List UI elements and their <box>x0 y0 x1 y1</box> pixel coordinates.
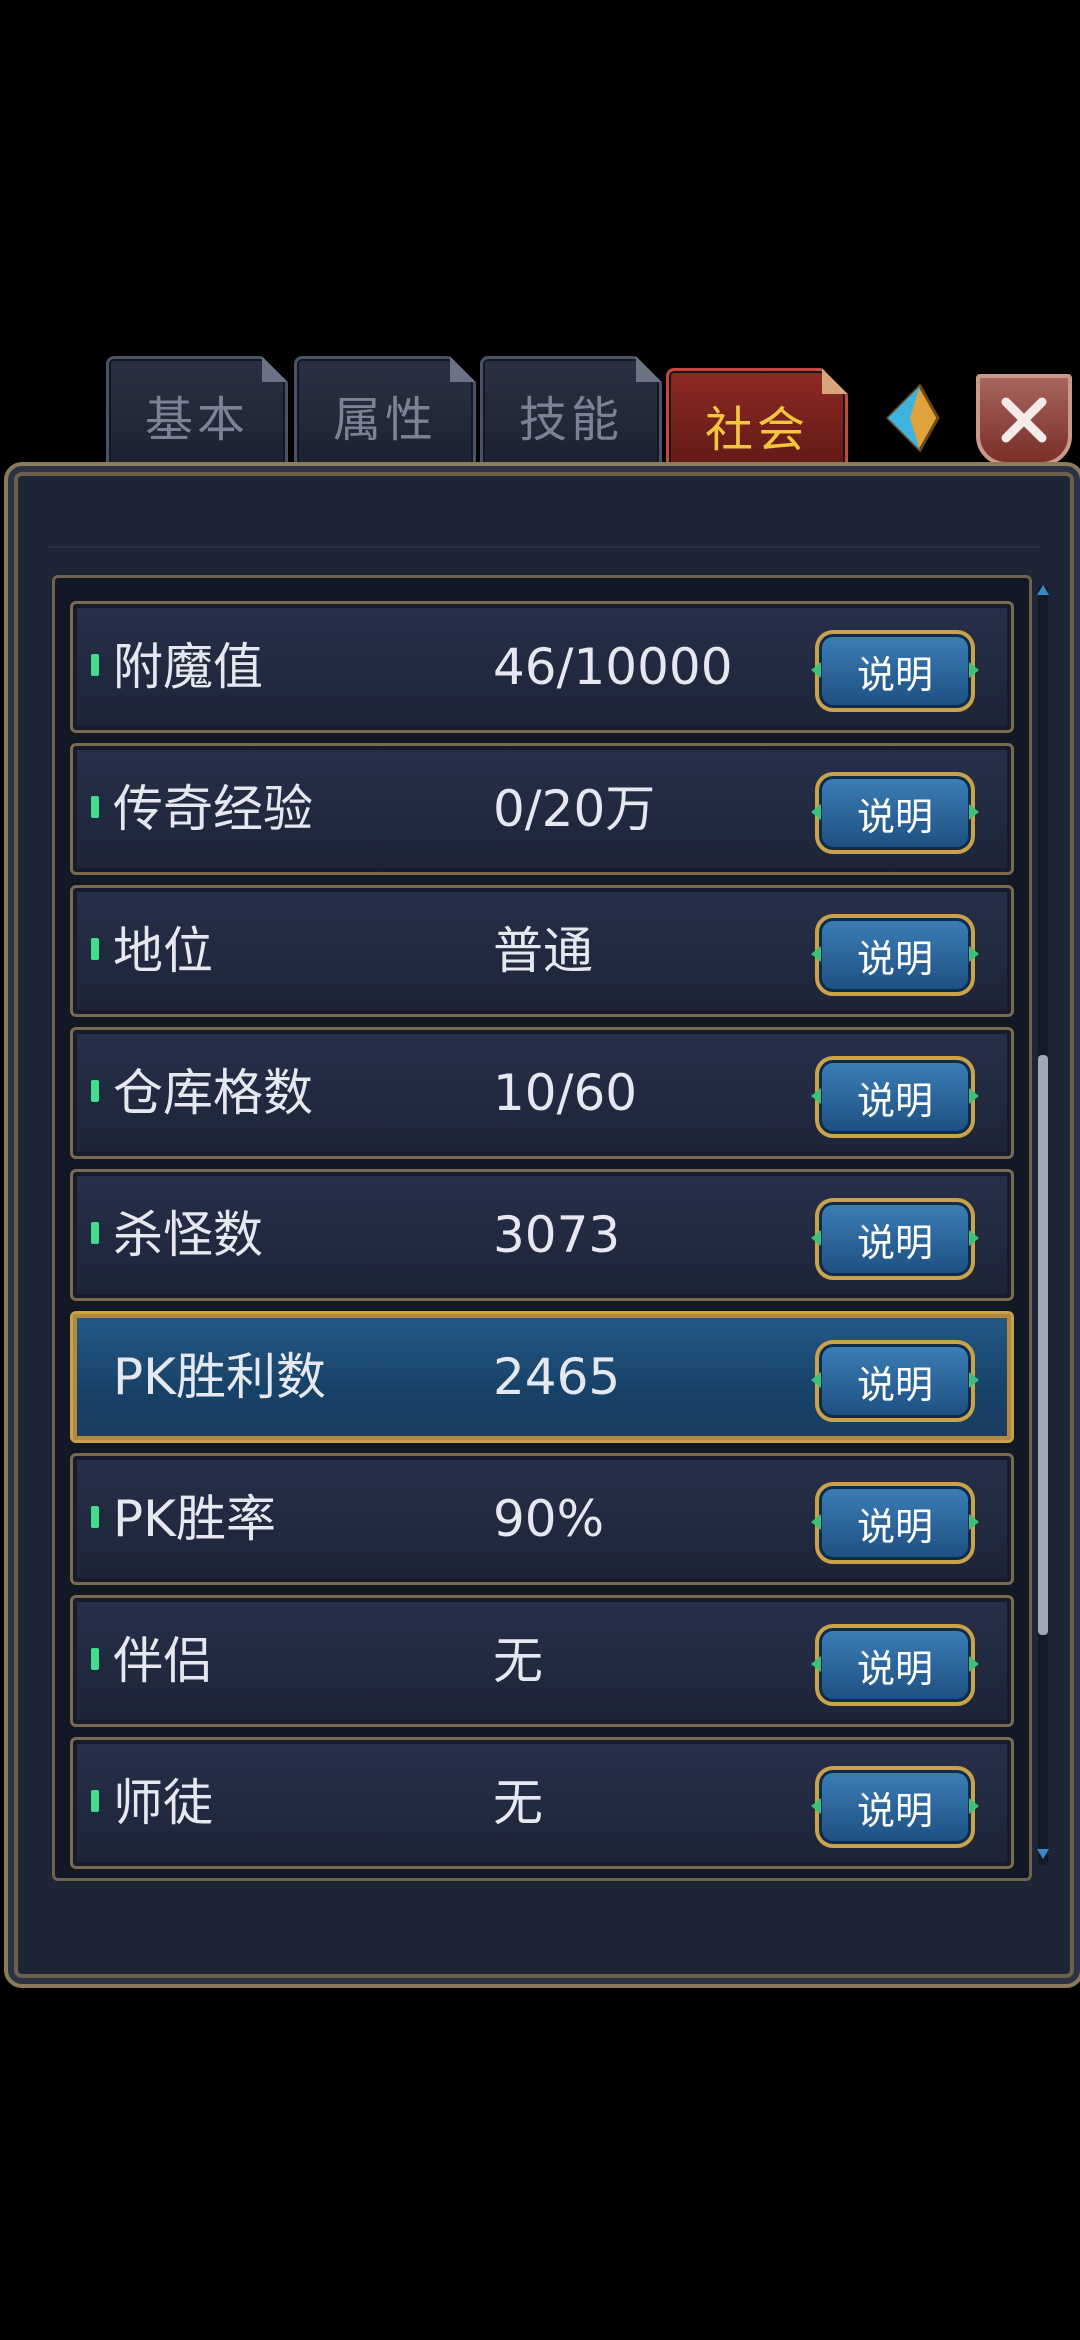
row-marker-icon <box>91 1790 99 1812</box>
row-label: PK胜率 <box>113 1490 276 1548</box>
row-value: 普通 <box>493 922 593 980</box>
row-enchant-value: 附魔值 46/10000 说明 <box>70 601 1014 733</box>
row-storage-slots: 仓库格数 10/60 说明 <box>70 1027 1014 1159</box>
close-button[interactable] <box>976 374 1072 466</box>
scroll-down-icon[interactable] <box>1036 1848 1050 1860</box>
scroll-up-icon[interactable] <box>1036 584 1050 596</box>
explain-button[interactable]: 说明 <box>815 1198 975 1280</box>
row-marker-icon <box>91 1648 99 1670</box>
close-icon <box>1001 397 1047 443</box>
tab-attributes[interactable]: 属性 <box>294 356 476 474</box>
row-value: 46/10000 <box>493 638 733 696</box>
row-status: 地位 普通 说明 <box>70 885 1014 1017</box>
row-marker-icon <box>91 1080 99 1102</box>
explain-button[interactable]: 说明 <box>815 1766 975 1848</box>
row-value: 无 <box>493 1774 543 1832</box>
scrollbar[interactable] <box>1038 585 1048 1865</box>
row-label: 杀怪数 <box>113 1206 263 1264</box>
row-value: 无 <box>493 1632 543 1690</box>
explain-button[interactable]: 说明 <box>815 1056 975 1138</box>
row-monster-kills: 杀怪数 3073 说明 <box>70 1169 1014 1301</box>
next-page-button[interactable] <box>880 378 944 458</box>
arrow-right-icon <box>885 383 940 453</box>
row-mentorship: 师徒 无 说明 <box>70 1737 1014 1869</box>
tab-basic[interactable]: 基本 <box>106 356 288 474</box>
row-marker-icon <box>91 1506 99 1528</box>
tab-skills[interactable]: 技能 <box>480 356 662 474</box>
explain-button[interactable]: 说明 <box>815 630 975 712</box>
explain-button[interactable]: 说明 <box>815 1482 975 1564</box>
explain-button[interactable]: 说明 <box>815 1624 975 1706</box>
row-pk-winrate: PK胜率 90% 说明 <box>70 1453 1014 1585</box>
row-label: 伴侣 <box>113 1632 213 1690</box>
row-label: 仓库格数 <box>113 1064 313 1122</box>
row-label: PK胜利数 <box>113 1348 326 1406</box>
explain-button[interactable]: 说明 <box>815 914 975 996</box>
row-label: 传奇经验 <box>113 780 313 838</box>
row-label: 附魔值 <box>113 638 263 696</box>
row-marker-icon <box>91 796 99 818</box>
row-marker-icon <box>91 938 99 960</box>
panel-ornament <box>48 486 1040 548</box>
scrollbar-thumb[interactable] <box>1038 1055 1048 1635</box>
explain-button[interactable]: 说明 <box>815 772 975 854</box>
row-label: 师徒 <box>113 1774 213 1832</box>
row-value: 90% <box>493 1490 605 1548</box>
explain-button[interactable]: 说明 <box>815 1340 975 1422</box>
row-marker-icon <box>91 654 99 676</box>
row-marker-icon <box>91 1222 99 1244</box>
row-value: 2465 <box>493 1348 621 1406</box>
row-value: 10/60 <box>493 1064 638 1122</box>
row-partner: 伴侣 无 说明 <box>70 1595 1014 1727</box>
row-legend-exp: 传奇经验 0/20万 说明 <box>70 743 1014 875</box>
row-value: 0/20万 <box>493 780 656 838</box>
row-value: 3073 <box>493 1206 621 1264</box>
row-label: 地位 <box>113 922 213 980</box>
row-pk-wins[interactable]: PK胜利数 2465 说明 <box>70 1311 1014 1443</box>
